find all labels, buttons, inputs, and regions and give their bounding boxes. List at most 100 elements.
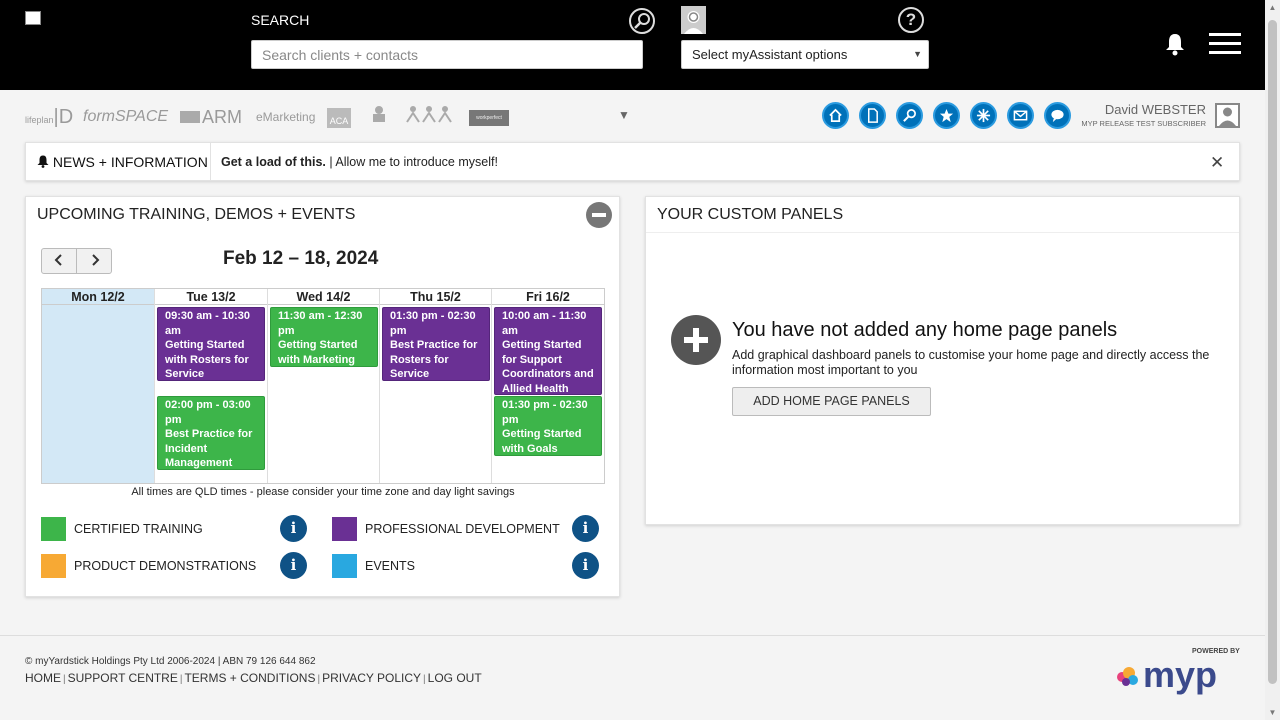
info-icon[interactable]: i bbox=[280, 552, 307, 579]
separator: | bbox=[179, 674, 183, 685]
assistant-avatar-icon[interactable] bbox=[681, 6, 706, 34]
home-icon[interactable] bbox=[822, 102, 849, 129]
next-week-button[interactable] bbox=[77, 249, 112, 273]
star-icon[interactable] bbox=[933, 102, 960, 129]
empty-state-title: You have not added any home page panels bbox=[732, 319, 1118, 341]
calendar-day-thu[interactable]: Thu 15/2 01:30 pm - 02:30 pm Best Practi… bbox=[380, 289, 492, 483]
calendar-event[interactable]: 01:30 pm - 02:30 pm Best Practice for Ro… bbox=[382, 307, 490, 395]
week-calendar: Mon 12/2 Tue 13/2 09:30 am - 10:30 am Ge… bbox=[41, 288, 605, 484]
event-title: Getting Started for Support Coordinators… bbox=[502, 339, 594, 395]
calendar-day-fri[interactable]: Fri 16/2 10:00 am - 11:30 am Getting Sta… bbox=[492, 289, 604, 483]
event-title: Getting Started with Goals bbox=[502, 428, 582, 455]
empty-state-description: Add graphical dashboard panels to custom… bbox=[732, 348, 1210, 377]
product-aca-label: ACA bbox=[327, 107, 351, 128]
mail-icon[interactable] bbox=[1007, 102, 1034, 129]
calendar-day-wed[interactable]: Wed 14/2 11:30 am - 12:30 pm Getting Sta… bbox=[268, 289, 380, 483]
calendar-day-mon[interactable]: Mon 12/2 bbox=[42, 289, 155, 483]
scroll-up-icon[interactable]: ▲ bbox=[1265, 0, 1280, 15]
separator: | bbox=[63, 674, 66, 685]
product-arm-label: ARM bbox=[202, 107, 242, 127]
product-workperfect-label: workperfect bbox=[469, 109, 509, 126]
event-time: 10:00 am - 11:30 am bbox=[502, 310, 587, 337]
footer-link-support[interactable]: SUPPORT CENTRE bbox=[68, 671, 178, 685]
chevron-down-icon: ▼ bbox=[913, 49, 922, 59]
product-team-icon[interactable] bbox=[370, 104, 388, 130]
news-body[interactable]: | Allow me to introduce myself! bbox=[326, 155, 498, 169]
custom-panels: YOUR CUSTOM PANELS You have not added an… bbox=[645, 196, 1240, 525]
add-circle-icon[interactable] bbox=[671, 315, 721, 365]
products-dropdown-chevron-icon[interactable]: ▼ bbox=[618, 108, 630, 122]
myp-logo[interactable]: myp bbox=[1113, 654, 1241, 695]
assistant-select-value: Select myAssistant options bbox=[692, 47, 848, 62]
collapse-panel-icon[interactable] bbox=[586, 202, 612, 228]
product-aca[interactable]: ACA bbox=[327, 104, 351, 130]
event-time: 01:30 pm - 02:30 pm bbox=[502, 399, 588, 426]
product-lifeplan[interactable]: lifeplan|D bbox=[25, 104, 73, 130]
search-label: SEARCH bbox=[251, 12, 310, 28]
calendar-event[interactable]: 02:00 pm - 03:00 pm Best Practice for In… bbox=[157, 396, 265, 470]
info-icon[interactable]: i bbox=[280, 515, 307, 542]
product-emarketing[interactable]: eMarketing bbox=[256, 104, 315, 130]
timezone-note: All times are QLD times - please conside… bbox=[131, 486, 515, 498]
search-icon[interactable] bbox=[896, 102, 923, 129]
notifications-bell-icon[interactable] bbox=[1164, 32, 1186, 56]
calendar-event[interactable]: 11:30 am - 12:30 pm Getting Started with… bbox=[270, 307, 378, 367]
calendar-day-tue[interactable]: Tue 13/2 09:30 am - 10:30 am Getting Sta… bbox=[155, 289, 268, 483]
product-workperfect[interactable]: workperfect bbox=[469, 104, 509, 130]
day-header: Mon 12/2 bbox=[42, 289, 154, 305]
prev-week-button[interactable] bbox=[42, 249, 77, 273]
news-label: NEWS + INFORMATION bbox=[37, 154, 208, 170]
bell-icon bbox=[37, 155, 49, 168]
news-bar: NEWS + INFORMATION Get a load of this. |… bbox=[25, 142, 1240, 181]
legend-label: CERTIFIED TRAINING bbox=[74, 522, 203, 536]
info-icon[interactable]: i bbox=[572, 515, 599, 542]
add-home-page-panels-button[interactable]: ADD HOME PAGE PANELS bbox=[732, 387, 931, 416]
info-icon[interactable]: i bbox=[572, 552, 599, 579]
footer-link-terms[interactable]: TERMS + CONDITIONS bbox=[184, 671, 315, 685]
product-formspace[interactable]: formSPACE bbox=[83, 104, 168, 130]
user-avatar[interactable] bbox=[1215, 103, 1240, 128]
legend-label: EVENTS bbox=[365, 559, 416, 573]
panel-divider bbox=[646, 232, 1239, 233]
document-icon[interactable] bbox=[859, 102, 886, 129]
top-header: SEARCH Select myAssistant options ▼ ? bbox=[0, 0, 1265, 90]
event-title: Best Practice for Incident Management bbox=[165, 428, 253, 469]
footer-link-home[interactable]: HOME bbox=[25, 671, 61, 685]
footer-divider bbox=[0, 635, 1265, 636]
event-title: Best Practice for Rosters for Service Pr… bbox=[390, 339, 478, 395]
day-header: Tue 13/2 bbox=[155, 289, 267, 305]
user-name[interactable]: David WEBSTER bbox=[1060, 102, 1206, 117]
product-arm[interactable]: ARM bbox=[180, 104, 242, 130]
page-scrollbar[interactable]: ▲ ▼ bbox=[1265, 0, 1280, 720]
calendar-event[interactable]: 10:00 am - 11:30 am Getting Started for … bbox=[494, 307, 602, 395]
powered-by: POWERED BY bbox=[1192, 648, 1240, 655]
calendar-event[interactable]: 01:30 pm - 02:30 pm Getting Started with… bbox=[494, 396, 602, 456]
separator: | bbox=[423, 674, 426, 685]
scroll-down-icon[interactable]: ▼ bbox=[1265, 705, 1280, 720]
advanced-search-icon[interactable] bbox=[629, 8, 655, 34]
news-headline[interactable]: Get a load of this. bbox=[221, 155, 326, 169]
legend-label: PRODUCT DEMONSTRATIONS bbox=[74, 559, 257, 573]
scroll-thumb[interactable] bbox=[1268, 20, 1277, 684]
assistant-select[interactable]: Select myAssistant options ▼ bbox=[681, 40, 929, 69]
event-time: 02:00 pm - 03:00 pm bbox=[165, 399, 251, 426]
snowflake-icon[interactable] bbox=[970, 102, 997, 129]
help-icon[interactable]: ? bbox=[898, 7, 924, 33]
footer-link-privacy[interactable]: PRIVACY POLICY bbox=[322, 671, 421, 685]
event-time: 09:30 am - 10:30 am bbox=[165, 310, 250, 337]
company-logo[interactable] bbox=[25, 11, 41, 25]
day-header: Thu 15/2 bbox=[380, 289, 491, 305]
search-input[interactable] bbox=[251, 40, 643, 69]
product-people-icon[interactable] bbox=[405, 104, 453, 130]
copyright: © myYardstick Holdings Pty Ltd 2006-2024… bbox=[25, 656, 316, 667]
separator: | bbox=[317, 674, 321, 685]
user-subscription: MYP RELEASE TEST SUBSCRIBER bbox=[1081, 119, 1206, 128]
event-title: Getting Started with Marketing bbox=[278, 339, 358, 366]
close-icon[interactable]: ✕ bbox=[1210, 153, 1224, 173]
news-ticker[interactable]: Get a load of this. | Allow me to introd… bbox=[221, 155, 498, 169]
menu-hamburger-icon[interactable] bbox=[1209, 33, 1241, 57]
legend-swatch bbox=[41, 517, 66, 541]
legend-swatch bbox=[332, 517, 357, 541]
calendar-event[interactable]: 09:30 am - 10:30 am Getting Started with… bbox=[157, 307, 265, 395]
footer-link-logout[interactable]: LOG OUT bbox=[428, 671, 482, 685]
